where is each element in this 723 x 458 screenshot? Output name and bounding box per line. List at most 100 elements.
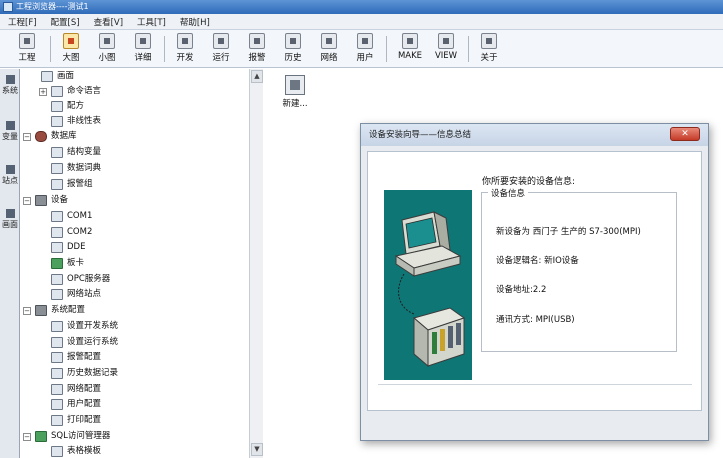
network-station-icon <box>51 289 63 300</box>
menu-help[interactable]: 帮助[H] <box>180 16 210 28</box>
toolbar-separator <box>468 36 469 62</box>
make-icon <box>402 33 418 49</box>
toolbar-history-button[interactable]: 历史 <box>278 33 308 65</box>
board-icon <box>51 258 63 269</box>
struct-icon <box>51 147 63 158</box>
toolbar-run-button[interactable]: 运行 <box>206 33 236 65</box>
command-icon <box>51 86 63 97</box>
user-config-icon <box>51 399 63 410</box>
tree-item-user-config[interactable]: 用户配置 <box>51 397 101 412</box>
settings-icon <box>51 337 63 348</box>
tree-item-print-config[interactable]: 打印配置 <box>51 413 101 428</box>
toolbar-make-button[interactable]: MAKE <box>392 33 428 65</box>
tree-item-com2[interactable]: COM2 <box>51 225 92 240</box>
table-icon <box>51 116 63 127</box>
collapse-toggle[interactable]: − <box>23 306 31 315</box>
tree-item-dde[interactable]: DDE <box>51 240 85 255</box>
toolbar-project-button[interactable]: 工程 <box>12 33 42 65</box>
group-title: 设备信息 <box>488 187 529 199</box>
tree-item-dev-settings[interactable]: 设置开发系统 <box>51 319 118 334</box>
menu-tools[interactable]: 工具[T] <box>137 16 166 28</box>
toolbar-about-button[interactable]: 关于 <box>474 33 504 65</box>
tree-item-opc-server[interactable]: OPC服务器 <box>51 272 110 287</box>
toolbar-network-button[interactable]: 网络 <box>314 33 344 65</box>
scroll-up-icon[interactable]: ▲ <box>251 70 263 83</box>
tree-item-devices[interactable]: − 设备 <box>23 193 68 208</box>
tree-item-alarm-config[interactable]: 报警配置 <box>51 350 101 365</box>
close-icon[interactable]: ✕ <box>670 127 700 141</box>
toolbar-details-button[interactable]: 详细 <box>128 33 158 65</box>
toolbar-small-icons-button[interactable]: 小图 <box>92 33 122 65</box>
com-port-icon <box>51 211 63 222</box>
user-icon <box>357 33 373 49</box>
tree-item-alarm-group[interactable]: 报警组 <box>51 177 93 192</box>
tree-item-sql-manager[interactable]: − SQL访问管理器 <box>23 429 110 444</box>
dialog-intro-text: 你所要安装的设备信息: <box>482 177 576 187</box>
large-icons-icon <box>63 33 79 49</box>
recipe-icon <box>51 101 63 112</box>
tools-icon <box>35 305 47 316</box>
new-item[interactable]: 新建... <box>278 75 312 109</box>
expand-toggle[interactable]: + <box>39 87 47 96</box>
variables-icon <box>5 121 15 130</box>
tree-item-network-station[interactable]: 网络站点 <box>51 287 101 302</box>
tree-item-network-config[interactable]: 网络配置 <box>51 382 101 397</box>
collapse-toggle[interactable]: − <box>23 432 31 441</box>
device-address-text: 设备地址:2.2 <box>496 285 547 295</box>
menu-view[interactable]: 查看[V] <box>94 16 123 28</box>
tree-item-history-log[interactable]: 历史数据记录 <box>51 366 118 381</box>
tree-item-run-settings[interactable]: 设置运行系统 <box>51 335 118 350</box>
toolbar: 工程 大图 小图 详细 开发 运行 报警 历史 网络 用户 MAKE VIEW … <box>0 30 723 68</box>
alarm-icon <box>249 33 265 49</box>
vertical-tab-strip: 系统 变量 站点 画面 <box>0 69 20 458</box>
tree-item-board[interactable]: 板卡 <box>51 256 84 271</box>
device-logical-name-text: 设备逻辑名: 新IO设备 <box>496 256 579 266</box>
collapse-toggle[interactable]: − <box>23 132 31 141</box>
tree-scrollbar[interactable]: ▲ ▼ <box>249 69 263 458</box>
vtab-variables[interactable]: 变量 <box>2 121 18 141</box>
menu-project[interactable]: 工程[F] <box>8 16 37 28</box>
tree-item-recipe[interactable]: 配方 <box>51 99 84 114</box>
screen-icon <box>41 71 53 82</box>
window-title: 工程浏览器----测试1 <box>16 2 89 11</box>
alarm-group-icon <box>51 179 63 190</box>
dialog-title-bar: 设备安装向导——信息总结 <box>361 124 708 146</box>
menu-bar: 工程[F] 配置[S] 查看[V] 工具[T] 帮助[H] <box>0 14 723 30</box>
view-icon <box>438 33 454 49</box>
project-icon <box>19 33 35 49</box>
small-icons-icon <box>99 33 115 49</box>
tree-item-com1[interactable]: COM1 <box>51 209 92 224</box>
run-icon <box>213 33 229 49</box>
vtab-screen[interactable]: 画面 <box>2 209 18 229</box>
vtab-system[interactable]: 系统 <box>2 75 18 95</box>
toolbar-separator <box>50 36 51 62</box>
scroll-down-icon[interactable]: ▼ <box>251 443 263 456</box>
toolbar-large-icons-button[interactable]: 大图 <box>56 33 86 65</box>
tree-item-database[interactable]: − 数据库 <box>23 129 77 144</box>
history-log-icon <box>51 368 63 379</box>
device-wizard-dialog: 设备安装向导——信息总结 ✕ 你所要安装的设备信息: 设备信息 新设备为 西门子… <box>360 123 709 441</box>
tree-item-nonlinear-table[interactable]: 非线性表 <box>51 114 101 129</box>
tree-item-data-dictionary[interactable]: 数据词典 <box>51 161 101 176</box>
toolbar-user-button[interactable]: 用户 <box>350 33 380 65</box>
tree-item-system-config[interactable]: − 系统配置 <box>23 303 85 318</box>
dialog-body: 你所要安装的设备信息: 设备信息 新设备为 西门子 生产的 S7-300(MPI… <box>367 151 702 411</box>
toolbar-develop-button[interactable]: 开发 <box>170 33 200 65</box>
vtab-station[interactable]: 站点 <box>2 165 18 185</box>
dictionary-icon <box>51 163 63 174</box>
device-icon <box>35 195 47 206</box>
toolbar-separator <box>386 36 387 62</box>
network-config-icon <box>51 384 63 395</box>
device-info-group: 设备信息 新设备为 西门子 生产的 S7-300(MPI) 设备逻辑名: 新IO… <box>481 187 677 352</box>
develop-icon <box>177 33 193 49</box>
toolbar-view-button[interactable]: VIEW <box>428 33 464 65</box>
tree-item-struct-variables[interactable]: 结构变量 <box>51 145 101 160</box>
collapse-toggle[interactable]: − <box>23 196 31 205</box>
toolbar-alarm-button[interactable]: 报警 <box>242 33 272 65</box>
network-icon <box>321 33 337 49</box>
tree-item-screen[interactable]: 画面 <box>41 69 74 84</box>
menu-config[interactable]: 配置[S] <box>51 16 80 28</box>
tree-item-table-template[interactable]: 表格模板 <box>51 444 101 458</box>
device-model-text: 新设备为 西门子 生产的 S7-300(MPI) <box>496 227 641 237</box>
tree-item-command-language[interactable]: + 命令语言 <box>39 84 101 99</box>
